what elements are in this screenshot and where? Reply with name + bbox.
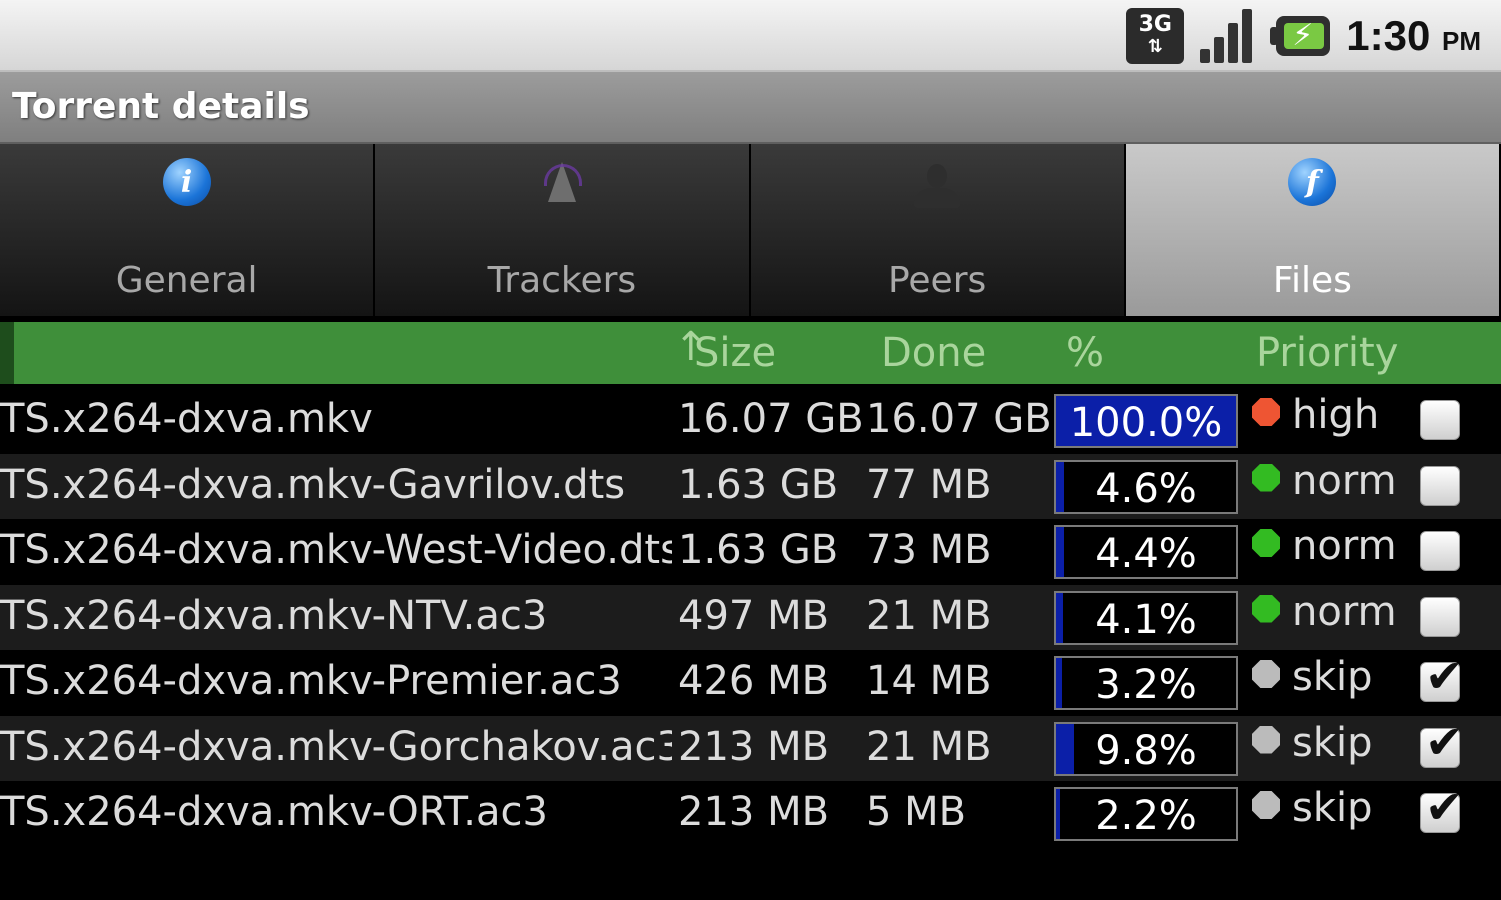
tab-files-label: Files: [1272, 260, 1352, 301]
priority-label[interactable]: skip: [1292, 785, 1373, 831]
file-name: TS.x264-dxva.mkv-NTV.ac3: [0, 592, 548, 639]
priority-norm-icon: [1252, 463, 1280, 492]
status-icons: 3G ⇅ ⚡ 1:30 PM: [1126, 6, 1481, 66]
progress-percent: 4.4%: [1095, 531, 1197, 577]
files-list: TS.x264-dxva.mkv 16.07 GB 16.07 GB 100.0% hi…: [0, 388, 1501, 847]
progress-bar: 4.6%: [1054, 459, 1238, 514]
tab-files[interactable]: f Files: [1125, 144, 1501, 316]
progress-percent: 100.0%: [1069, 400, 1223, 446]
data-arrows: ⇅: [1147, 36, 1163, 57]
checkmark-icon: ✔: [1425, 714, 1464, 769]
tab-peers[interactable]: Peers: [750, 144, 1126, 316]
clock-time: 1:30: [1346, 12, 1431, 59]
skip-checkbox[interactable]: [1420, 465, 1460, 506]
progress-bar: 100.0%: [1054, 394, 1238, 448]
antenna-icon: [536, 158, 588, 210]
progress-percent: 4.6%: [1095, 465, 1197, 512]
skip-checkbox[interactable]: [1420, 531, 1460, 571]
info-icon: i: [161, 158, 213, 210]
table-row[interactable]: TS.x264-dxva.mkv-Gavrilov.dts 1.63 GB 77 M…: [0, 453, 1501, 519]
file-done: 16.07 GB: [866, 396, 1052, 442]
progress-bar: 2.2%: [1054, 787, 1238, 841]
file-done: 73 MB: [866, 527, 992, 573]
skip-checkbox[interactable]: [1420, 596, 1460, 637]
tab-general-label: General: [115, 260, 258, 301]
file-name: TS.x264-dxva.mkv-Premier.ac3: [0, 658, 622, 704]
checkmark-icon: ✔: [1425, 649, 1464, 703]
clock-ampm: PM: [1442, 26, 1481, 56]
progress-percent: 4.1%: [1095, 596, 1197, 643]
priority-norm-icon: [1252, 529, 1280, 557]
file-size: 497 MB: [678, 592, 830, 639]
file-done: 21 MB: [866, 592, 992, 639]
header-priority[interactable]: Priority: [1256, 330, 1398, 376]
tab-general[interactable]: i General: [0, 144, 376, 316]
files-list-header: ↑ Size Done % Priority: [0, 322, 1501, 384]
priority-label[interactable]: skip: [1292, 654, 1373, 700]
file-name: TS.x264-dxva.mkv-Gorchakov.ac3: [0, 723, 672, 770]
header-done[interactable]: Done: [881, 330, 986, 376]
page-title: Torrent details: [12, 86, 310, 127]
tab-bar: i General Trackers Peers f Files: [0, 144, 1501, 316]
network-3g-icon: 3G ⇅: [1126, 8, 1185, 64]
file-done: 21 MB: [866, 723, 992, 770]
priority-skip-icon: [1252, 660, 1280, 688]
progress-bar: 4.4%: [1054, 525, 1238, 579]
priority-label[interactable]: norm: [1292, 523, 1397, 569]
table-row[interactable]: TS.x264-dxva.mkv-NTV.ac3 497 MB 21 MB 4.1% n…: [0, 584, 1501, 650]
skip-checkbox[interactable]: ✔: [1420, 649, 1464, 703]
skip-checkbox[interactable]: ✔: [1420, 715, 1464, 769]
signal-strength-icon: [1198, 7, 1256, 65]
battery-charging-icon: ⚡: [1270, 14, 1332, 58]
skip-checkbox[interactable]: ✔: [1420, 780, 1464, 834]
tab-trackers[interactable]: Trackers: [375, 144, 751, 316]
tab-peers-label: Peers: [887, 260, 987, 301]
table-row[interactable]: TS.x264-dxva.mkv-Gorchakov.ac3 213 MB 21 M…: [0, 715, 1501, 781]
progress-bar: 4.1%: [1054, 590, 1238, 645]
progress-percent: 9.8%: [1095, 727, 1197, 774]
file-done: 77 MB: [866, 461, 992, 508]
title-bar: Torrent details: [0, 72, 1501, 144]
checkmark-icon: ✔: [1425, 780, 1464, 834]
person-icon: [911, 158, 963, 210]
skip-checkbox[interactable]: [1420, 400, 1460, 440]
priority-skip-icon: [1252, 725, 1280, 754]
priority-norm-icon: [1252, 594, 1280, 623]
status-bar: 3G ⇅ ⚡ 1:30 PM: [0, 0, 1501, 72]
priority-skip-icon: [1252, 791, 1280, 819]
file-name: TS.x264-dxva.mkv-West-Video.dts: [0, 527, 672, 573]
progress-percent: 3.2%: [1095, 662, 1197, 708]
file-size: 1.63 GB: [678, 527, 839, 573]
file-name: TS.x264-dxva.mkv: [0, 396, 373, 442]
tab-trackers-label: Trackers: [487, 260, 637, 301]
priority-label[interactable]: skip: [1292, 720, 1373, 766]
file-size: 426 MB: [678, 658, 830, 704]
priority-high-icon: [1252, 398, 1280, 426]
file-done: 5 MB: [866, 789, 967, 835]
table-row[interactable]: TS.x264-dxva.mkv 16.07 GB 16.07 GB 100.0% hi…: [0, 388, 1501, 454]
file-name: TS.x264-dxva.mkv-ORT.ac3: [0, 789, 548, 835]
priority-label[interactable]: norm: [1292, 589, 1397, 635]
progress-percent: 2.2%: [1095, 793, 1197, 839]
file-size: 213 MB: [678, 789, 830, 835]
clock: 1:30 PM: [1346, 12, 1481, 60]
priority-label[interactable]: high: [1292, 392, 1379, 438]
header-percent[interactable]: %: [1066, 330, 1104, 376]
priority-label[interactable]: norm: [1292, 458, 1397, 504]
table-row[interactable]: TS.x264-dxva.mkv-ORT.ac3 213 MB 5 MB 2.2% sk…: [0, 780, 1501, 847]
file-size: 16.07 GB: [678, 396, 864, 442]
table-row[interactable]: TS.x264-dxva.mkv-West-Video.dts 1.63 GB 73…: [0, 519, 1501, 585]
network-type: 3G: [1138, 12, 1172, 37]
header-size[interactable]: Size: [694, 330, 776, 376]
file-name: TS.x264-dxva.mkv-Gavrilov.dts: [0, 461, 626, 508]
progress-bar: 3.2%: [1054, 656, 1238, 710]
file-size: 1.63 GB: [678, 461, 839, 508]
file-done: 14 MB: [866, 658, 992, 704]
table-row[interactable]: TS.x264-dxva.mkv-Premier.ac3 426 MB 14 MB 3…: [0, 649, 1501, 716]
files-icon: f: [1286, 158, 1338, 210]
file-size: 213 MB: [678, 723, 830, 770]
progress-bar: 9.8%: [1054, 721, 1238, 776]
